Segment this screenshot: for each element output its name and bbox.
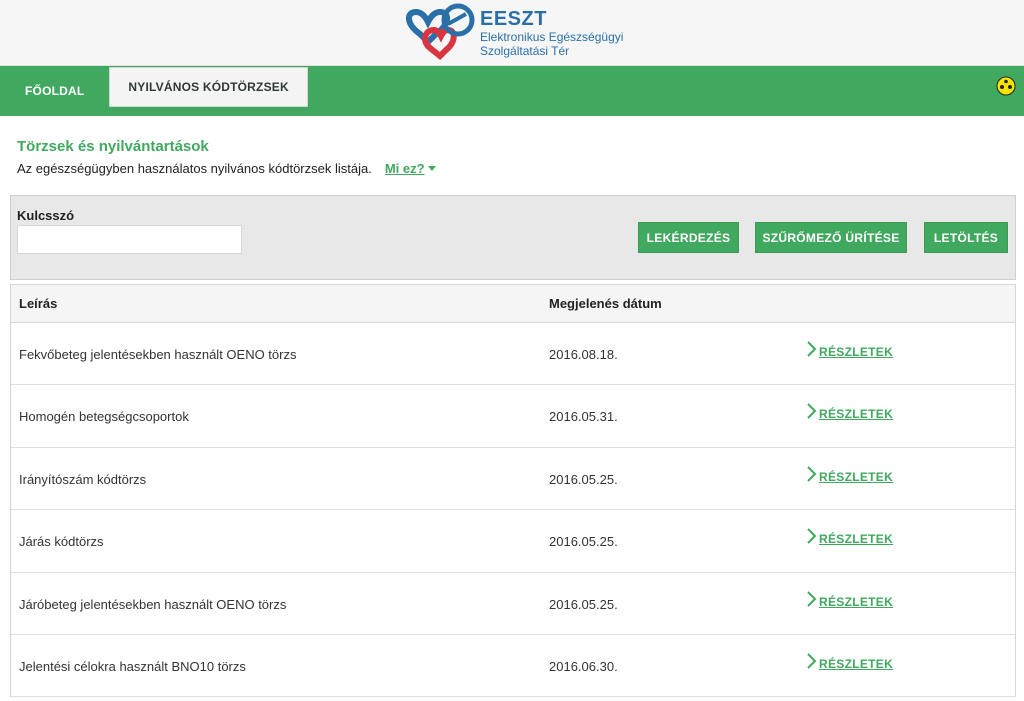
logo-text: EESZT Elektronikus Egészségügyi Szolgált… — [480, 8, 623, 58]
table-row: Jelentési célokra használt BNO10 törzs 20… — [11, 634, 1015, 698]
download-button[interactable]: LETÖLTÉS — [924, 222, 1008, 253]
table-header: Leírás Megjelenés dátum — [11, 285, 1015, 323]
main-navbar: FŐOLDAL NYILVÁNOS KÓDTÖRZSEK — [0, 66, 1024, 116]
details-link-label: RÉSZLETEK — [819, 345, 894, 359]
intro-section: Törzsek és nyilvántartások Az egészségüg… — [0, 116, 1024, 195]
row-description: Irányítószám kódtörzs — [19, 471, 147, 487]
row-description: Járás kódtörzs — [19, 534, 104, 550]
tab-public-code-tables[interactable]: NYILVÁNOS KÓDTÖRZSEK — [109, 67, 308, 107]
chevron-right-icon — [807, 403, 817, 420]
keyword-label: Kulcsszó — [17, 208, 75, 223]
details-link[interactable]: RÉSZLETEK — [806, 653, 894, 671]
table-row: Járóbeteg jelentésekben használt OENO tö… — [11, 572, 1015, 635]
details-link[interactable]: RÉSZLETEK — [806, 403, 894, 422]
chevron-right-icon — [807, 341, 817, 357]
tab-home[interactable]: FŐOLDAL — [0, 66, 109, 116]
details-link[interactable]: RÉSZLETEK — [806, 590, 894, 609]
chevron-right-icon — [807, 466, 817, 482]
details-link[interactable]: RÉSZLETEK — [806, 466, 894, 484]
details-link-label: RÉSZLETEK — [819, 656, 894, 671]
row-description: Járóbeteg jelentésekben használt OENO tö… — [19, 596, 287, 612]
accessibility-icon[interactable] — [996, 76, 1016, 96]
keyword-input[interactable] — [17, 225, 242, 254]
details-link[interactable]: RÉSZLETEK — [806, 528, 894, 547]
eeszt-logo[interactable]: EESZT Elektronikus Egészségügyi Szolgált… — [400, 2, 630, 64]
clear-filter-button[interactable]: SZŰRŐMEZŐ ÜRÍTÉSE — [755, 222, 907, 253]
details-link-label: RÉSZLETEK — [819, 532, 894, 547]
caret-down-icon — [427, 166, 436, 171]
eeszt-logo-icon — [406, 3, 475, 61]
page-description: Az egészségügyben használatos nyilvános … — [17, 161, 372, 176]
logo-title: EESZT — [480, 8, 547, 30]
header-description[interactable]: Leírás — [19, 296, 57, 311]
row-description: Fekvőbeteg jelentésekben használt OENO t… — [19, 347, 297, 362]
intro-line: Az egészségügyben használatos nyilvános … — [17, 161, 1007, 176]
logo-subtitle-line2: Szolgáltatási Tér — [480, 44, 570, 58]
chevron-right-icon — [807, 653, 817, 669]
details-link-label: RÉSZLETEK — [819, 469, 894, 484]
table-row: Járás kódtörzs 2016.05.25. RÉSZLETEK — [11, 510, 1015, 573]
row-description: Jelentési célokra használt BNO10 törzs — [19, 658, 246, 674]
table-row: Irányítószám kódtörzs 2016.05.25. RÉSZLETE… — [11, 447, 1015, 511]
help-toggle-label: Mi ez? — [384, 161, 425, 176]
details-link-label: RÉSZLETEK — [819, 407, 894, 422]
chevron-right-icon — [807, 590, 817, 607]
top-header: EESZT Elektronikus Egészségügyi Szolgált… — [0, 0, 1024, 66]
table-row: Fekvőbeteg jelentésekben használt OENO t… — [11, 323, 1015, 386]
logo-subtitle-line1: Elektronikus Egészségügyi — [480, 30, 624, 44]
row-date: 2016.05.25. — [549, 534, 618, 550]
details-link[interactable]: RÉSZLETEK — [806, 341, 894, 359]
chevron-right-icon — [807, 528, 817, 544]
header-date[interactable]: Megjelenés dátum — [549, 296, 662, 311]
filter-panel: Kulcsszó LEKÉRDEZÉS SZŰRŐMEZŐ ÜRÍTÉSE LE… — [10, 195, 1016, 280]
row-date: 2016.05.31. — [549, 409, 618, 425]
row-date: 2016.08.18. — [549, 347, 618, 362]
table-row: Homogén betegségcsoportok 2016.05.31. RÉSZ… — [11, 385, 1015, 448]
row-description: Homogén betegségcsoportok — [19, 409, 189, 425]
code-table-list: Leírás Megjelenés dátum Fekvőbeteg jelen… — [10, 284, 1016, 698]
details-link-label: RÉSZLETEK — [819, 594, 894, 609]
row-date: 2016.05.25. — [549, 471, 618, 487]
help-toggle-link[interactable]: Mi ez? — [385, 161, 436, 176]
page-title: Törzsek és nyilvántartások — [17, 138, 209, 155]
query-button[interactable]: LEKÉRDEZÉS — [638, 222, 739, 253]
row-date: 2016.06.30. — [549, 658, 618, 674]
row-date: 2016.05.25. — [549, 596, 618, 612]
